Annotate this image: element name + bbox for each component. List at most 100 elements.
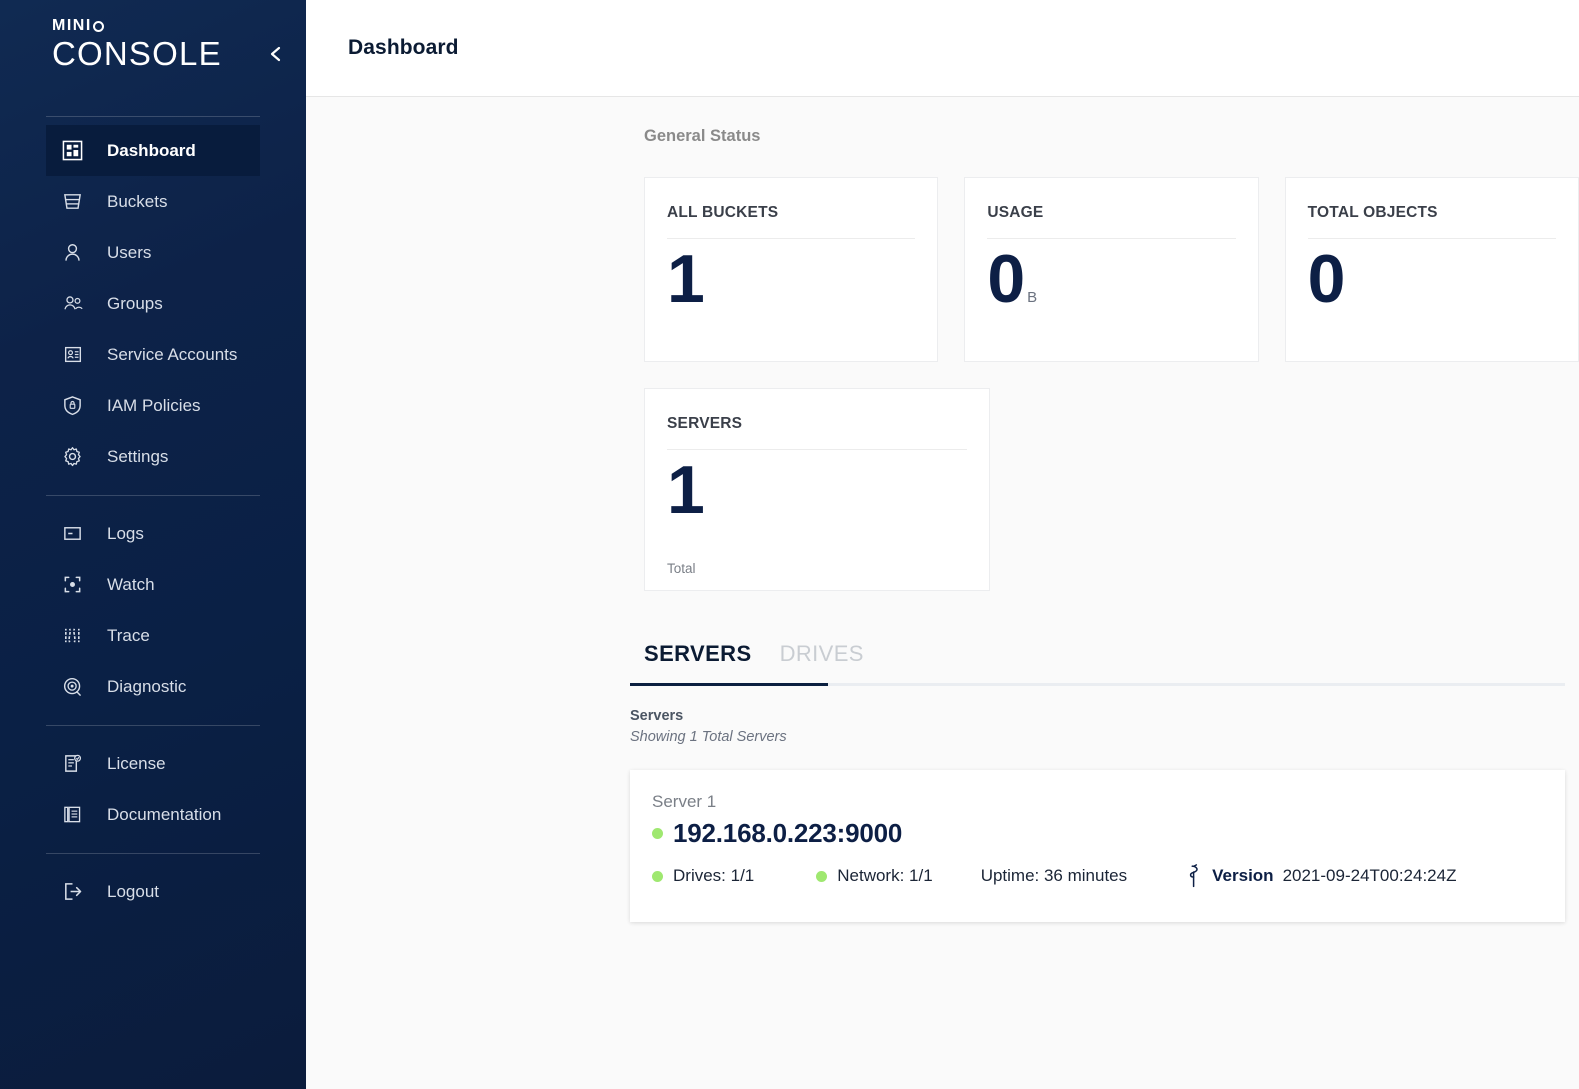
logo-o-icon (93, 20, 105, 32)
sidebar-header: MIN I CONSOLE (0, 0, 306, 108)
stat-card-body: 1 (667, 239, 915, 347)
logo-minio-text: MIN (52, 17, 86, 34)
logo-minio-i: I (85, 17, 92, 34)
nav-divider-2 (46, 725, 260, 726)
nav-divider-3 (46, 853, 260, 854)
stat-value-number: 0 (987, 241, 1025, 317)
stat-card-title: TOTAL OBJECTS (1307, 204, 1556, 239)
stat-card-servers[interactable]: SERVERS 1 Total (644, 388, 990, 591)
documentation-icon (62, 803, 88, 827)
top-bar: Dashboard (306, 0, 1579, 97)
stat-card-title: ALL BUCKETS (667, 204, 916, 239)
minio-bird-icon (1185, 864, 1203, 888)
sidebar-item-label: Service Accounts (107, 344, 238, 364)
logs-icon (62, 522, 88, 546)
server-version: Version 2021-09-24T00:24:24Z (1185, 864, 1456, 888)
sidebar-item-label: License (107, 753, 166, 773)
sidebar-item-watch[interactable]: Watch (46, 559, 260, 610)
content-scroll-area: General Status ALL BUCKETS 1 USAGE 0 B T… (306, 97, 1579, 1089)
id-card-icon (62, 343, 88, 367)
drives-status-dot-icon (652, 870, 663, 882)
stat-cards-row-1: ALL BUCKETS 1 USAGE 0 B TOTAL OBJECTS 0 (644, 177, 1579, 362)
stat-cards-row-2: SERVERS 1 Total (644, 388, 1579, 591)
listing-subtitle: Showing 1 Total Servers (630, 729, 787, 745)
sidebar-item-logout[interactable]: Logout (46, 866, 260, 917)
tab-drives[interactable]: DRIVES (766, 631, 878, 683)
stat-value-unit: B (1027, 289, 1037, 306)
sidebar-item-label: Watch (107, 574, 155, 594)
sidebar-item-label: Buckets (107, 191, 168, 211)
sidebar-nav: Dashboard Buckets Users Groups Service A… (0, 116, 306, 917)
server-network: Network: 1/1 (816, 866, 933, 886)
sidebar-item-logs[interactable]: Logs (46, 508, 260, 559)
stat-card-footnote: Total (667, 561, 696, 576)
stat-value-number: 1 (667, 452, 705, 528)
stat-card-value: 0 B (987, 241, 1037, 317)
sidebar-item-label: Logs (107, 523, 144, 543)
general-status-label: General Status (644, 127, 761, 145)
sidebar-item-documentation[interactable]: Documentation (46, 789, 260, 840)
bucket-icon (62, 190, 88, 214)
sidebar-item-service-accounts[interactable]: Service Accounts (46, 329, 260, 380)
tab-active-indicator (630, 683, 828, 686)
shield-lock-icon (62, 394, 88, 418)
gear-icon (62, 445, 88, 469)
general-status-section: General Status ALL BUCKETS 1 USAGE 0 B T… (306, 127, 1579, 591)
user-icon (62, 241, 88, 265)
stat-card-value: 1 (667, 241, 705, 317)
server-card[interactable]: Server 1 192.168.0.223:9000 Drives: 1/1 (630, 770, 1565, 922)
stat-value-number: 1 (667, 241, 705, 317)
sidebar-collapse-button[interactable] (262, 40, 290, 68)
stat-value-number: 0 (1307, 241, 1346, 317)
stat-card-title: SERVERS (667, 415, 967, 450)
server-meta-row: Drives: 1/1 Network: 1/1 Uptime: 36 minu… (652, 864, 1539, 888)
sidebar-item-label: Dashboard (107, 140, 196, 160)
logout-icon (62, 880, 88, 904)
sidebar-item-trace[interactable]: Trace (46, 610, 260, 661)
sidebar: MIN I CONSOLE Dashboard Buckets Users Gr… (0, 0, 306, 1089)
main-area: Dashboard General Status ALL BUCKETS 1 U… (306, 0, 1579, 1089)
server-host-row: 192.168.0.223:9000 (652, 818, 1539, 849)
nav-divider-1 (46, 495, 260, 496)
server-network-label: Network: 1/1 (837, 866, 933, 885)
servers-listing: Servers Showing 1 Total Servers Server 1… (306, 686, 1579, 922)
sidebar-item-label: Groups (107, 293, 163, 313)
diagnostic-icon (62, 675, 88, 699)
sidebar-item-users[interactable]: Users (46, 227, 260, 278)
sidebar-item-buckets[interactable]: Buckets (46, 176, 260, 227)
stat-card-title: USAGE (987, 204, 1236, 239)
sidebar-item-dashboard[interactable]: Dashboard (46, 125, 260, 176)
brand-logo: MIN I CONSOLE (52, 18, 222, 72)
stat-card-all-buckets[interactable]: ALL BUCKETS 1 (644, 177, 939, 362)
sidebar-item-settings[interactable]: Settings (46, 431, 260, 482)
sidebar-item-groups[interactable]: Groups (46, 278, 260, 329)
sidebar-item-label: Trace (107, 625, 150, 645)
sidebar-item-iam-policies[interactable]: IAM Policies (46, 380, 260, 431)
sidebar-item-label: IAM Policies (107, 395, 201, 415)
tab-servers[interactable]: SERVERS (630, 631, 766, 683)
sidebar-item-label: Settings (107, 446, 169, 466)
stat-card-value: 0 (1307, 241, 1346, 317)
sidebar-item-label: Users (107, 242, 152, 262)
logo-console-text: CONSOLE (52, 35, 222, 72)
sidebar-item-license[interactable]: License (46, 738, 260, 789)
listing-title: Servers (630, 708, 684, 724)
app-root: MIN I CONSOLE Dashboard Buckets Users Gr… (0, 0, 1579, 1089)
groups-icon (62, 292, 88, 316)
chevron-left-icon (268, 44, 284, 64)
dashboard-grid-icon (62, 139, 88, 163)
watch-target-icon (62, 573, 88, 597)
stat-card-body: 0 B (987, 239, 1235, 347)
sidebar-item-label: Documentation (107, 804, 222, 824)
stat-card-body: 1 (667, 450, 967, 567)
sidebar-item-diagnostic[interactable]: Diagnostic (46, 661, 260, 712)
version-value: 2021-09-24T00:24:24Z (1282, 866, 1457, 885)
server-drives-label: Drives: 1/1 (673, 866, 755, 885)
sidebar-item-label: Diagnostic (107, 676, 187, 696)
logo-minio: MIN I (52, 18, 222, 34)
page-title: Dashboard (348, 36, 459, 59)
license-doc-icon (62, 752, 88, 776)
stat-card-usage[interactable]: USAGE 0 B (964, 177, 1259, 362)
stat-card-total-objects[interactable]: TOTAL OBJECTS 0 (1284, 177, 1579, 362)
network-status-dot-icon (816, 870, 828, 882)
